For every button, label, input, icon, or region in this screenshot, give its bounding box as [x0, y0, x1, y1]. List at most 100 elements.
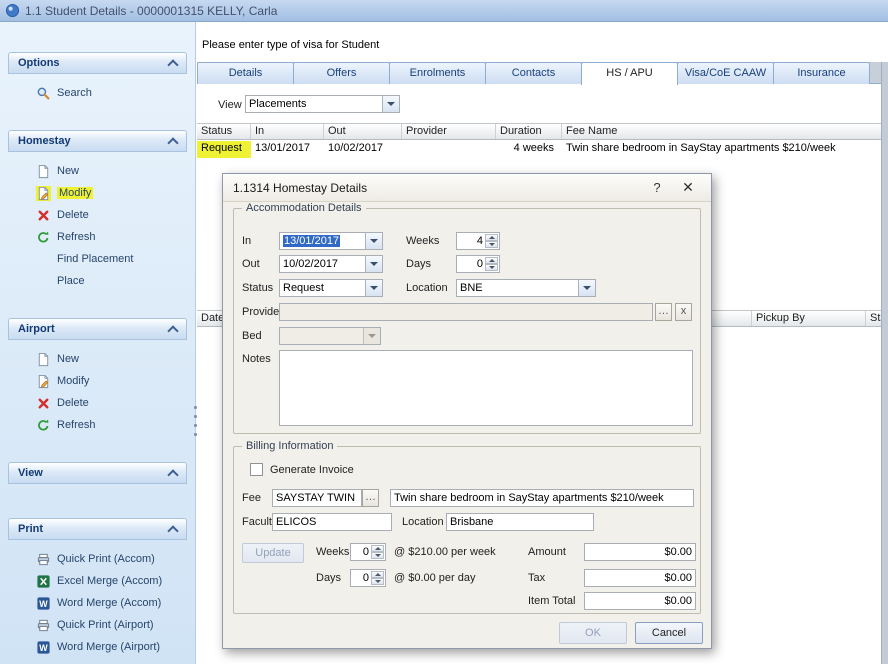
notes-textarea[interactable] — [279, 350, 693, 426]
sidebar-item-label: Place — [57, 275, 85, 287]
cancel-button[interactable]: Cancel — [635, 622, 703, 644]
sidebar-item-excel-merge-accom[interactable]: Excel Merge (Accom) — [0, 570, 195, 592]
tab-offers[interactable]: Offers — [293, 62, 390, 84]
bed-select[interactable] — [279, 327, 381, 345]
billing-weeks-spinner[interactable]: 0 — [350, 543, 386, 561]
tab-visa-coe-caaw[interactable]: Visa/CoE CAAW — [677, 62, 774, 84]
col-header-provider[interactable]: Provider — [402, 124, 496, 139]
word-icon: W — [36, 596, 51, 611]
tax-field[interactable]: $0.00 — [584, 569, 696, 587]
section-header-homestay[interactable]: Homestay — [8, 130, 187, 152]
sidebar-item-quick-print-accom[interactable]: Quick Print (Accom) — [0, 548, 195, 570]
weeks-value: 4 — [477, 235, 483, 247]
sidebar-item-airport-delete[interactable]: Delete — [0, 392, 195, 414]
section-header-print[interactable]: Print — [8, 518, 187, 540]
section-header-options[interactable]: Options — [8, 52, 187, 74]
dropdown-arrow-icon[interactable] — [365, 256, 382, 272]
col-header-in[interactable]: In — [251, 124, 324, 139]
tab-enrolments[interactable]: Enrolments — [389, 62, 486, 84]
sidebar-item-label: Quick Print (Airport) — [57, 619, 154, 631]
excel-icon — [36, 574, 51, 589]
billing-days-spinner[interactable]: 0 — [350, 569, 386, 587]
sidebar-item-word-merge-accom[interactable]: W Word Merge (Accom) — [0, 592, 195, 614]
in-date-field[interactable]: 13/01/2017 — [279, 232, 383, 250]
amount-field[interactable]: $0.00 — [584, 543, 696, 561]
spinner-buttons — [485, 234, 498, 248]
sidebar-item-find-placement[interactable]: Find Placement — [0, 248, 195, 270]
spin-down-icon[interactable] — [371, 552, 384, 559]
item-total-field[interactable]: $0.00 — [584, 592, 696, 610]
provider-clear-button[interactable]: x — [675, 303, 692, 321]
sidebar-item-homestay-delete[interactable]: Delete — [0, 204, 195, 226]
section-header-airport[interactable]: Airport — [8, 318, 187, 340]
faculty-field[interactable]: ELICOS — [272, 513, 392, 531]
sidebar-item-airport-new[interactable]: New — [0, 348, 195, 370]
svg-text:W: W — [39, 599, 48, 609]
col-header-fee-name[interactable]: Fee Name — [562, 124, 888, 139]
ok-button[interactable]: OK — [559, 622, 627, 644]
sidebar-item-airport-modify[interactable]: Modify — [0, 370, 195, 392]
status-select[interactable]: Request — [279, 279, 383, 297]
weeks-spinner[interactable]: 4 — [456, 232, 500, 250]
tab-hs-apu[interactable]: HS / APU — [581, 62, 678, 85]
fee-code-field[interactable]: SAYSTAY TWIN — [272, 489, 362, 507]
vertical-scrollbar[interactable] — [881, 62, 888, 664]
col-header-duration[interactable]: Duration — [496, 124, 562, 139]
weeks-label: Weeks — [406, 235, 439, 247]
dropdown-arrow-icon[interactable] — [365, 280, 382, 296]
view-select[interactable]: Placements — [245, 95, 400, 113]
sidebar-item-airport-refresh[interactable]: Refresh — [0, 414, 195, 436]
location-select[interactable]: BNE — [456, 279, 596, 297]
spin-up-icon[interactable] — [371, 571, 384, 578]
days-spinner[interactable]: 0 — [456, 255, 500, 273]
help-button[interactable]: ? — [647, 180, 667, 195]
sidebar-item-label: Word Merge (Accom) — [57, 597, 161, 609]
out-date-field[interactable]: 10/02/2017 — [279, 255, 383, 273]
status-message: Please enter type of visa for Student — [202, 39, 379, 51]
spin-down-icon[interactable] — [371, 578, 384, 585]
placements-table-row[interactable]: Request 13/01/2017 10/02/2017 4 weeks Tw… — [197, 141, 888, 158]
sidebar-item-quick-print-airport[interactable]: Quick Print (Airport) — [0, 614, 195, 636]
spinner-buttons — [485, 257, 498, 271]
sidebar-item-label: Modify — [57, 187, 93, 199]
col-header-pickup-by[interactable]: Pickup By — [752, 311, 866, 326]
tab-insurance[interactable]: Insurance — [773, 62, 870, 84]
sidebar-item-homestay-modify[interactable]: Modify — [0, 182, 195, 204]
billing-location-label: Location — [402, 516, 444, 528]
sidebar-item-homestay-refresh[interactable]: Refresh — [0, 226, 195, 248]
update-button[interactable]: Update — [242, 543, 304, 563]
spinner-buttons — [371, 545, 384, 559]
sidebar-section-homestay: Homestay New Modify Delete Refresh — [0, 130, 195, 292]
section-items: Search — [0, 74, 195, 104]
tab-details[interactable]: Details — [197, 62, 294, 84]
col-header-out[interactable]: Out — [324, 124, 402, 139]
chevron-up-icon — [167, 325, 178, 336]
sidebar-item-search[interactable]: Search — [0, 82, 195, 104]
spin-up-icon[interactable] — [371, 545, 384, 552]
spin-down-icon[interactable] — [485, 264, 498, 271]
view-select-value: Placements — [249, 98, 306, 110]
fee-browse-button[interactable]: … — [362, 489, 379, 507]
section-header-view[interactable]: View — [8, 462, 187, 484]
out-label: Out — [242, 258, 260, 270]
provider-browse-button[interactable]: … — [655, 303, 672, 321]
generate-invoice-checkbox[interactable] — [250, 463, 263, 476]
tab-contacts[interactable]: Contacts — [485, 62, 582, 84]
sidebar-item-word-merge-airport[interactable]: W Word Merge (Airport) — [0, 636, 195, 658]
provider-field[interactable] — [279, 303, 653, 321]
close-icon[interactable]: ✕ — [675, 179, 701, 196]
fee-description-field[interactable]: Twin share bedroom in SayStay apartments… — [390, 489, 694, 507]
col-header-status[interactable]: Status — [197, 124, 251, 139]
billing-location-field[interactable]: Brisbane — [446, 513, 594, 531]
dropdown-arrow-icon[interactable] — [578, 280, 595, 296]
spin-up-icon[interactable] — [485, 257, 498, 264]
no-icon — [36, 274, 51, 289]
print-icon — [36, 618, 51, 633]
spin-down-icon[interactable] — [485, 241, 498, 248]
sidebar-item-homestay-new[interactable]: New — [0, 160, 195, 182]
dropdown-arrow-icon[interactable] — [365, 233, 382, 249]
sidebar-item-place[interactable]: Place — [0, 270, 195, 292]
sidebar-item-label: Find Placement — [57, 253, 133, 265]
dropdown-arrow-icon[interactable] — [382, 96, 399, 112]
spin-up-icon[interactable] — [485, 234, 498, 241]
